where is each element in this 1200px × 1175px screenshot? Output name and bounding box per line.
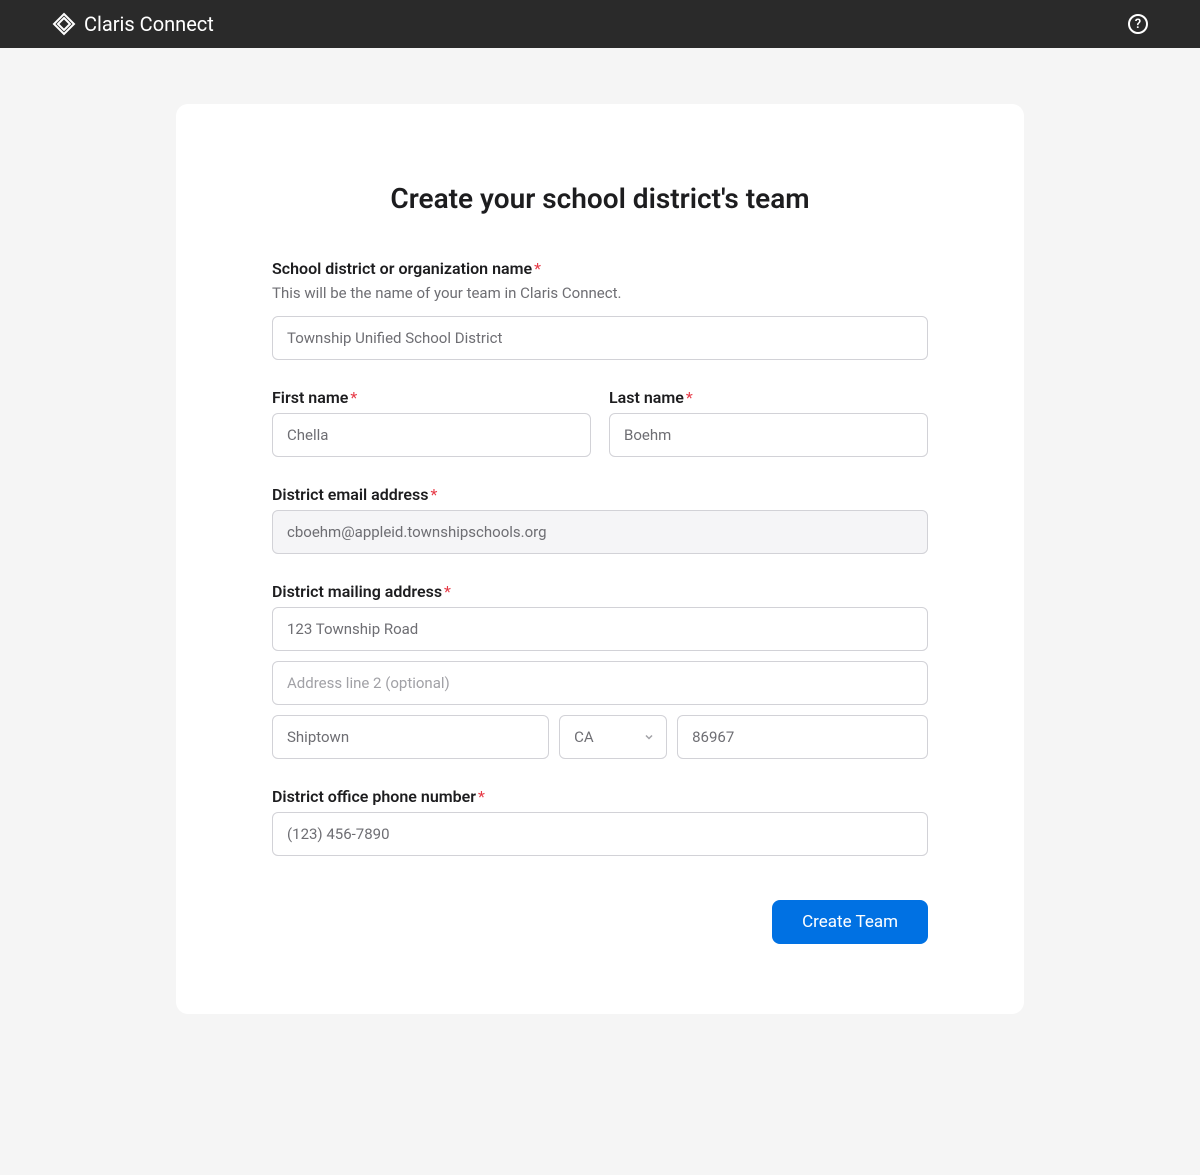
button-row: Create Team	[272, 900, 928, 944]
app-logo: Claris Connect	[52, 12, 214, 36]
state-select[interactable]	[559, 715, 667, 759]
first-name-input[interactable]	[272, 413, 591, 457]
org-name-input[interactable]	[272, 316, 928, 360]
address-line2-input[interactable]	[272, 661, 928, 705]
org-name-label: School district or organization name*	[272, 259, 928, 278]
form-card: Create your school district's team Schoo…	[176, 104, 1024, 1014]
help-icon[interactable]: ?	[1128, 14, 1148, 34]
phone-group: District office phone number*	[272, 787, 928, 856]
city-input[interactable]	[272, 715, 549, 759]
claris-logo-icon	[52, 12, 76, 36]
first-name-label: First name*	[272, 388, 591, 407]
address-group: District mailing address*	[272, 582, 928, 759]
phone-label: District office phone number*	[272, 787, 928, 806]
main-content: Create your school district's team Schoo…	[0, 48, 1200, 1014]
email-group: District email address*	[272, 485, 928, 554]
required-indicator: *	[430, 485, 437, 504]
last-name-label: Last name*	[609, 388, 928, 407]
required-indicator: *	[534, 259, 541, 278]
app-name: Claris Connect	[84, 12, 214, 36]
last-name-input[interactable]	[609, 413, 928, 457]
app-header: Claris Connect ?	[0, 0, 1200, 48]
page-title: Create your school district's team	[272, 182, 928, 215]
required-indicator: *	[350, 388, 357, 407]
required-indicator: *	[478, 787, 485, 806]
first-name-group: First name*	[272, 388, 591, 457]
org-name-hint: This will be the name of your team in Cl…	[272, 284, 928, 302]
last-name-group: Last name*	[609, 388, 928, 457]
create-team-button[interactable]: Create Team	[772, 900, 928, 944]
address-label: District mailing address*	[272, 582, 928, 601]
zip-input[interactable]	[677, 715, 928, 759]
org-name-group: School district or organization name* Th…	[272, 259, 928, 360]
email-label: District email address*	[272, 485, 928, 504]
required-indicator: *	[686, 388, 693, 407]
address-line1-input[interactable]	[272, 607, 928, 651]
required-indicator: *	[444, 582, 451, 601]
email-input	[272, 510, 928, 554]
phone-input[interactable]	[272, 812, 928, 856]
